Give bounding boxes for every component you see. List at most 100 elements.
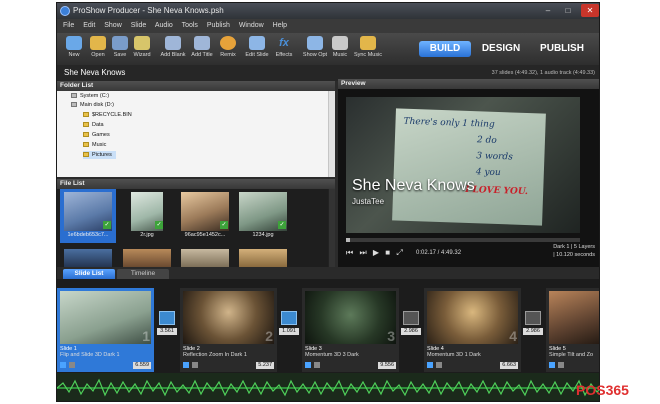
next-icon[interactable]: ⏭ — [359, 248, 366, 257]
slide-play-icon[interactable] — [60, 362, 66, 368]
transition-item[interactable]: 3.561 — [157, 311, 177, 335]
file-thumbnail[interactable]: ✓ 1e6bdeb653c7... — [60, 189, 116, 243]
add-title-icon — [194, 36, 210, 50]
menu-file[interactable]: File — [63, 22, 74, 29]
effects-button[interactable]: fx Effects — [271, 36, 297, 58]
menu-window[interactable]: Window — [239, 22, 264, 29]
menu-edit[interactable]: Edit — [83, 22, 95, 29]
main-toolbar: New Open Save Wizard Add Blank Add Title… — [57, 33, 599, 65]
transition-duration[interactable]: 2.986 — [523, 328, 543, 335]
file-thumbnail[interactable] — [119, 246, 175, 267]
audio-track[interactable] — [57, 373, 599, 401]
folder-list-header: Folder List — [57, 81, 335, 91]
build-mode-button[interactable]: BUILD — [419, 41, 471, 57]
remix-button[interactable]: Remix — [215, 36, 241, 58]
folder-scrollbar[interactable] — [328, 91, 335, 177]
slide-effect: Momentum 3D 3 Dark — [305, 352, 359, 358]
file-thumbnail[interactable] — [60, 246, 116, 267]
note-paper: There's only 1 thing 2 do 3 words 4 you … — [392, 108, 546, 226]
play-icon[interactable]: ▶ — [373, 248, 379, 257]
menu-audio[interactable]: Audio — [155, 22, 173, 29]
file-list-scrollbar[interactable] — [328, 189, 335, 267]
menu-publish[interactable]: Publish — [207, 22, 230, 29]
file-thumbnail[interactable]: ✓ 2r.jpg — [119, 189, 175, 243]
minimize-button[interactable]: – — [539, 4, 557, 17]
slide-thumbnail — [183, 291, 274, 344]
fullscreen-icon[interactable]: ⤢ — [396, 248, 402, 257]
tab-timeline[interactable]: Timeline — [117, 269, 169, 279]
file-grid: ✓ 1e6bdeb653c7... ✓ 2r.jpg ✓ 96ac95e1452… — [57, 189, 335, 267]
folder-item[interactable]: Main disk (D:) — [71, 101, 114, 109]
used-check-icon: ✓ — [155, 221, 163, 229]
scrub-handle[interactable] — [346, 238, 350, 242]
publish-mode-button[interactable]: PUBLISH — [531, 41, 593, 57]
slide-item[interactable]: 2 Slide 2 Reflection Zoom In Dark 1 5.23… — [180, 288, 277, 372]
transition-duration[interactable]: 1.091 — [279, 328, 299, 335]
pos365-watermark: POS365 — [576, 382, 629, 398]
previous-icon[interactable]: ⏮ — [346, 248, 353, 257]
music-button[interactable]: Music — [327, 36, 353, 58]
new-show-icon — [66, 36, 82, 50]
folder-item[interactable]: System (C:) — [71, 92, 109, 100]
slide-number: 4 — [509, 328, 517, 344]
sync-music-button[interactable]: Sync Music — [351, 36, 385, 58]
slide-audio-icon — [558, 362, 564, 368]
transition-duration[interactable]: 2.986 — [401, 328, 421, 335]
slide-item[interactable]: 3 Slide 3 Momentum 3D 3 Dark 9.556 — [302, 288, 399, 372]
transition-icon — [525, 311, 541, 325]
slide-item[interactable]: Slide 5 Simple Tilt and Zo — [546, 288, 599, 372]
used-check-icon: ✓ — [103, 221, 111, 229]
slide-thumbnail — [60, 291, 151, 344]
folder-item[interactable]: $RECYCLE.BIN — [83, 111, 132, 119]
menu-slide[interactable]: Slide — [131, 22, 147, 29]
stop-icon[interactable]: ■ — [385, 248, 390, 257]
file-name: 1234.jpg — [252, 232, 274, 238]
file-name: 2r.jpg — [140, 232, 154, 238]
proshow-window: ProShow Producer - She Neva Knows.psh – … — [56, 2, 600, 402]
slide-item[interactable]: 1 Slide 1 Flip and Slide 3D Dark 1 6.559 — [57, 288, 154, 372]
menu-show[interactable]: Show — [104, 22, 122, 29]
slide-effect: Flip and Slide 3D Dark 1 — [60, 352, 120, 358]
add-blank-button[interactable]: Add Blank — [158, 36, 188, 58]
folder-item[interactable]: Music — [83, 141, 106, 149]
slide-duration[interactable]: 6.559 — [133, 362, 151, 369]
slide-item[interactable]: 4 Slide 4 Momentum 3D 1 Dark 6.663 — [424, 288, 521, 372]
slide-duration[interactable]: 9.556 — [378, 362, 396, 369]
open-folder-icon — [90, 36, 106, 50]
transition-item[interactable]: 1.091 — [279, 311, 299, 335]
folder-item[interactable]: Data — [83, 121, 104, 129]
menu-tools[interactable]: Tools — [182, 22, 198, 29]
slide-play-icon[interactable] — [305, 362, 311, 368]
maximize-button[interactable]: □ — [559, 4, 577, 17]
design-mode-button[interactable]: DESIGN — [475, 41, 527, 57]
transition-item[interactable]: 2.986 — [401, 311, 421, 335]
menu-help[interactable]: Help — [273, 22, 287, 29]
file-thumbnail[interactable]: ✓ 96ac95e1452c... — [177, 189, 233, 243]
slide-number: 2 — [265, 328, 273, 344]
new-button[interactable]: New — [61, 36, 87, 58]
slide-play-icon[interactable] — [183, 362, 189, 368]
layer-info: Dark 1 | 5 Layers — [553, 244, 595, 250]
folder-icon — [83, 152, 89, 158]
wizard-button[interactable]: Wizard — [129, 36, 155, 58]
folder-item-selected[interactable]: Pictures — [83, 151, 116, 159]
slide-duration[interactable]: 5.237 — [256, 362, 274, 369]
preview-panel: There's only 1 thing 2 do 3 words 4 you … — [338, 89, 599, 267]
file-thumbnail[interactable] — [235, 246, 291, 267]
edit-slide-button[interactable]: Edit Slide — [243, 36, 271, 58]
add-title-button[interactable]: Add Title — [187, 36, 217, 58]
transition-item[interactable]: 2.986 — [523, 311, 543, 335]
slide-duration[interactable]: 6.663 — [500, 362, 518, 369]
file-thumbnail[interactable]: ✓ 1234.jpg — [235, 189, 291, 243]
playback-controls: ⏮ ⏭ ▶ ■ ⤢ — [346, 246, 403, 260]
slide-play-icon[interactable] — [427, 362, 433, 368]
effects-fx-icon: fx — [279, 37, 289, 49]
slide-play-icon[interactable] — [549, 362, 555, 368]
show-options-button[interactable]: Show Opt — [301, 36, 329, 58]
tab-slide-list[interactable]: Slide List — [63, 269, 115, 279]
file-thumbnail[interactable] — [177, 246, 233, 267]
folder-item[interactable]: Games — [83, 131, 110, 139]
close-button[interactable]: ✕ — [581, 4, 599, 17]
transition-duration[interactable]: 3.561 — [157, 328, 177, 335]
preview-scrub-bar[interactable] — [346, 238, 580, 242]
